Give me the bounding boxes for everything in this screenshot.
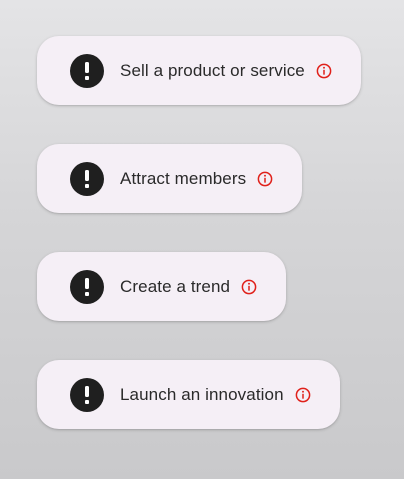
exclamation-alert-icon bbox=[70, 377, 104, 412]
info-icon[interactable] bbox=[241, 279, 257, 295]
info-icon[interactable] bbox=[295, 387, 311, 403]
exclamation-alert-icon bbox=[70, 269, 104, 304]
goal-list: Sell a product or service Attract member… bbox=[37, 36, 361, 429]
exclamation-alert-icon bbox=[70, 53, 104, 88]
goal-label: Attract members bbox=[120, 168, 247, 188]
goal-card-launch-innovation[interactable]: Launch an innovation bbox=[37, 360, 340, 429]
goal-card-sell-product[interactable]: Sell a product or service bbox=[37, 36, 361, 105]
info-icon[interactable] bbox=[257, 171, 273, 187]
goal-label: Sell a product or service bbox=[120, 60, 305, 80]
goal-card-attract-members[interactable]: Attract members bbox=[37, 144, 303, 213]
info-icon[interactable] bbox=[316, 63, 332, 79]
goal-label: Create a trend bbox=[120, 276, 231, 296]
goal-card-create-trend[interactable]: Create a trend bbox=[37, 252, 287, 321]
goal-label: Launch an innovation bbox=[120, 384, 284, 404]
exclamation-alert-icon bbox=[70, 161, 104, 196]
